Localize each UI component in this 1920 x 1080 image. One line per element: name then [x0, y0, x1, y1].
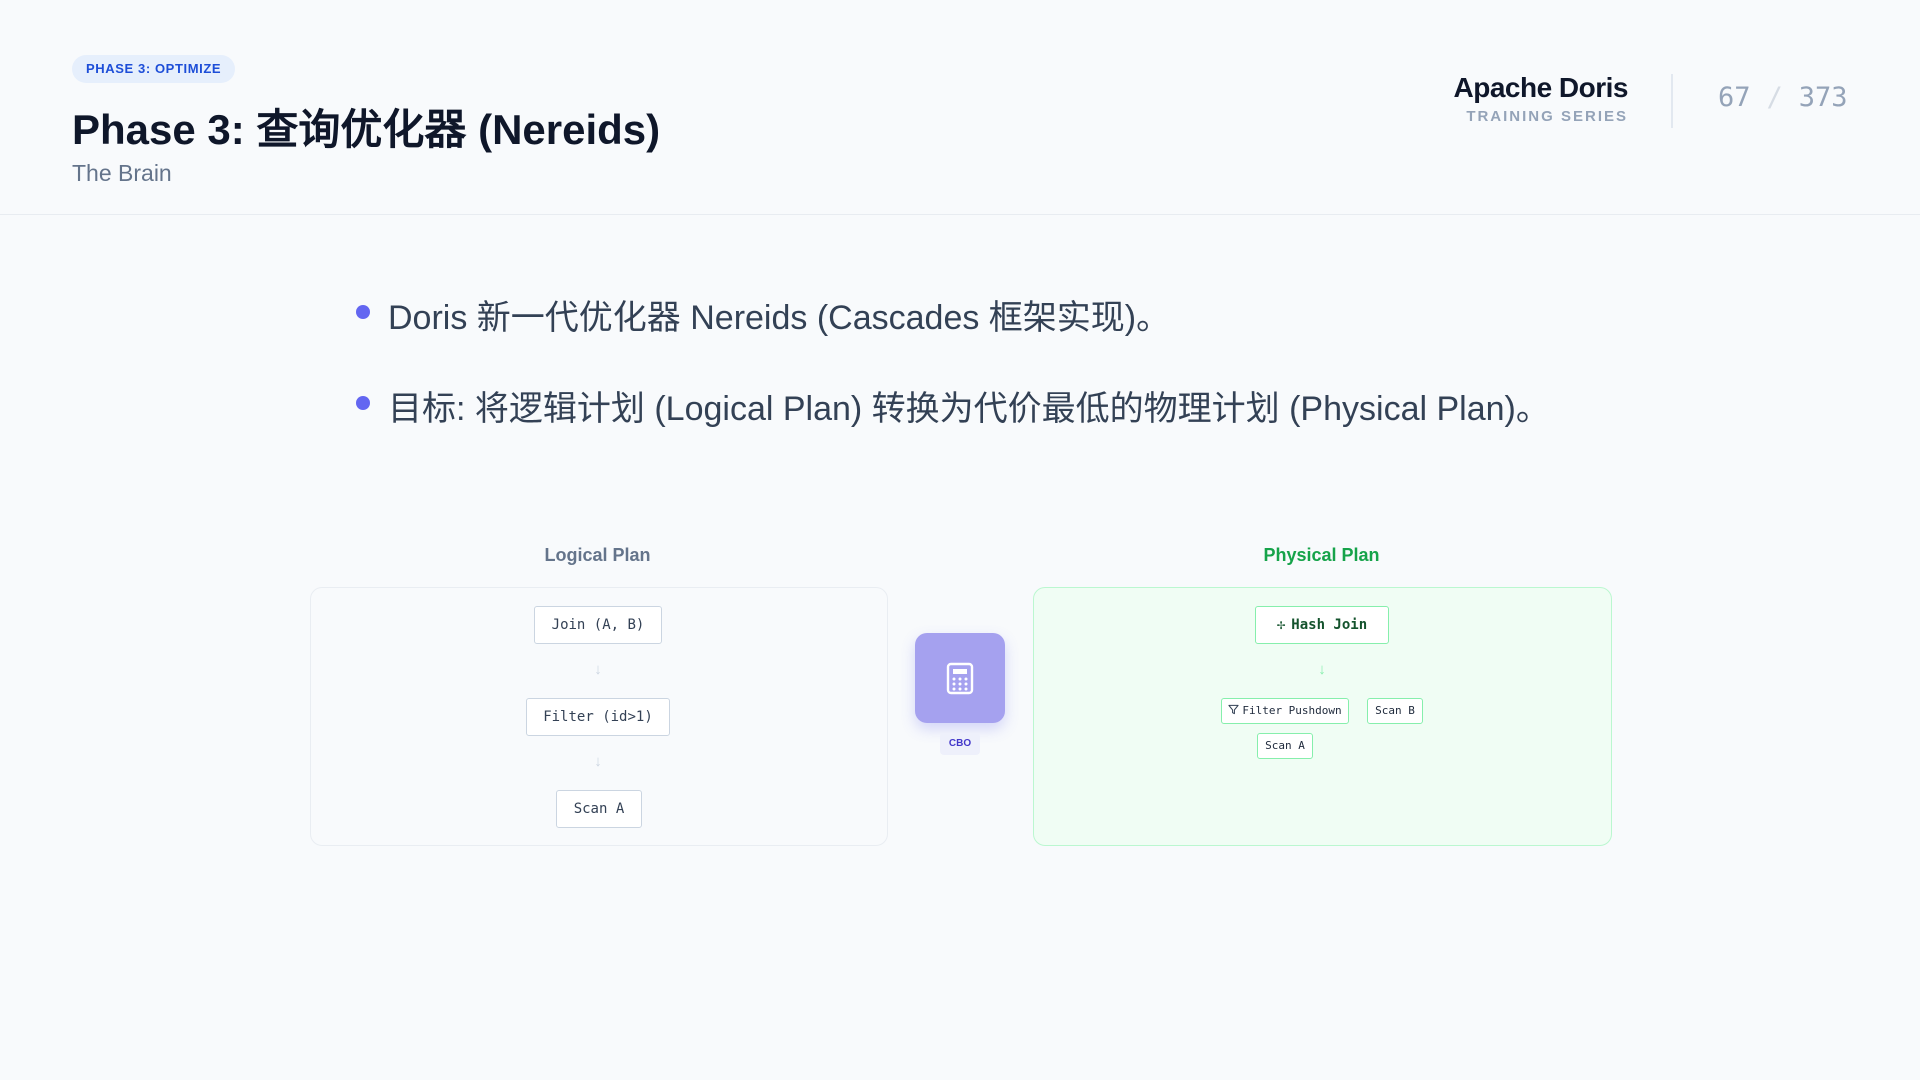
- logical-plan-title: Logical Plan: [544, 545, 651, 565]
- filter-pushdown-label: Filter Pushdown: [1242, 704, 1342, 717]
- arrow-down-icon: ↓: [594, 661, 602, 678]
- phase-badge: PHASE 3: OPTIMIZE: [72, 55, 236, 83]
- physical-node-hash-join: ✢ Hash Join: [1255, 606, 1389, 644]
- page-separator: /: [1766, 82, 1783, 113]
- filter-icon: [1228, 704, 1239, 715]
- physical-node-scan-a: Scan A: [1257, 733, 1313, 759]
- physical-node-filter-pushdown: Filter Pushdown: [1221, 698, 1349, 724]
- move-icon: ✢: [1276, 617, 1286, 633]
- bullet-text: 目标: 将逻辑计划 (Logical Plan) 转换为代价最低的物理计划 (P…: [388, 390, 1550, 428]
- physical-plan-panel: ✢ Hash Join ↓ Filter Pushdown Scan B Scan…: [1033, 587, 1612, 846]
- physical-node-scan-b: Scan B: [1367, 698, 1423, 724]
- bullet-item: Doris 新一代优化器 Nereids (Cascades 框架实现)。: [353, 290, 1653, 381]
- bullet-dot: [356, 305, 370, 319]
- page-current: 67: [1718, 82, 1751, 113]
- bullet-text: Doris 新一代优化器 Nereids (Cascades 框架实现)。: [388, 299, 1171, 337]
- brand-subtitle: TRAINING SERIES: [1466, 108, 1628, 125]
- brand-block: Apache Doris TRAINING SERIES: [1454, 72, 1629, 125]
- bullet-dot: [356, 396, 370, 410]
- slide-subtitle: The Brain: [72, 160, 172, 186]
- slide-header: PHASE 3: OPTIMIZE Phase 3: 查询优化器 (Nereid…: [0, 0, 1920, 215]
- page-total: 373: [1798, 82, 1848, 113]
- arrow-down-icon: ↓: [594, 753, 602, 770]
- cbo-label: CBO: [940, 733, 980, 755]
- logical-node-scan: Scan A: [556, 790, 642, 828]
- bullet-list: Doris 新一代优化器 Nereids (Cascades 框架实现)。 目标…: [353, 290, 1653, 472]
- brand-name: Apache Doris: [1453, 72, 1629, 103]
- logical-node-filter: Filter (id>1): [526, 698, 670, 736]
- logical-node-join: Join (A, B): [534, 606, 662, 644]
- physical-plan-title: Physical Plan: [1263, 545, 1380, 565]
- slide-title: Phase 3: 查询优化器 (Nereids): [72, 106, 661, 153]
- arrow-down-icon: ↓: [1318, 661, 1326, 678]
- header-divider: [1671, 74, 1673, 128]
- hash-join-label: Hash Join: [1291, 617, 1368, 633]
- bullet-item: 目标: 将逻辑计划 (Logical Plan) 转换为代价最低的物理计划 (P…: [353, 381, 1653, 472]
- calculator-icon: [946, 662, 974, 695]
- logical-plan-panel: Join (A, B) ↓ Filter (id>1) ↓ Scan A: [310, 587, 888, 846]
- page-counter: 67 / 373: [1718, 82, 1848, 113]
- cbo-optimizer-box: [915, 633, 1005, 723]
